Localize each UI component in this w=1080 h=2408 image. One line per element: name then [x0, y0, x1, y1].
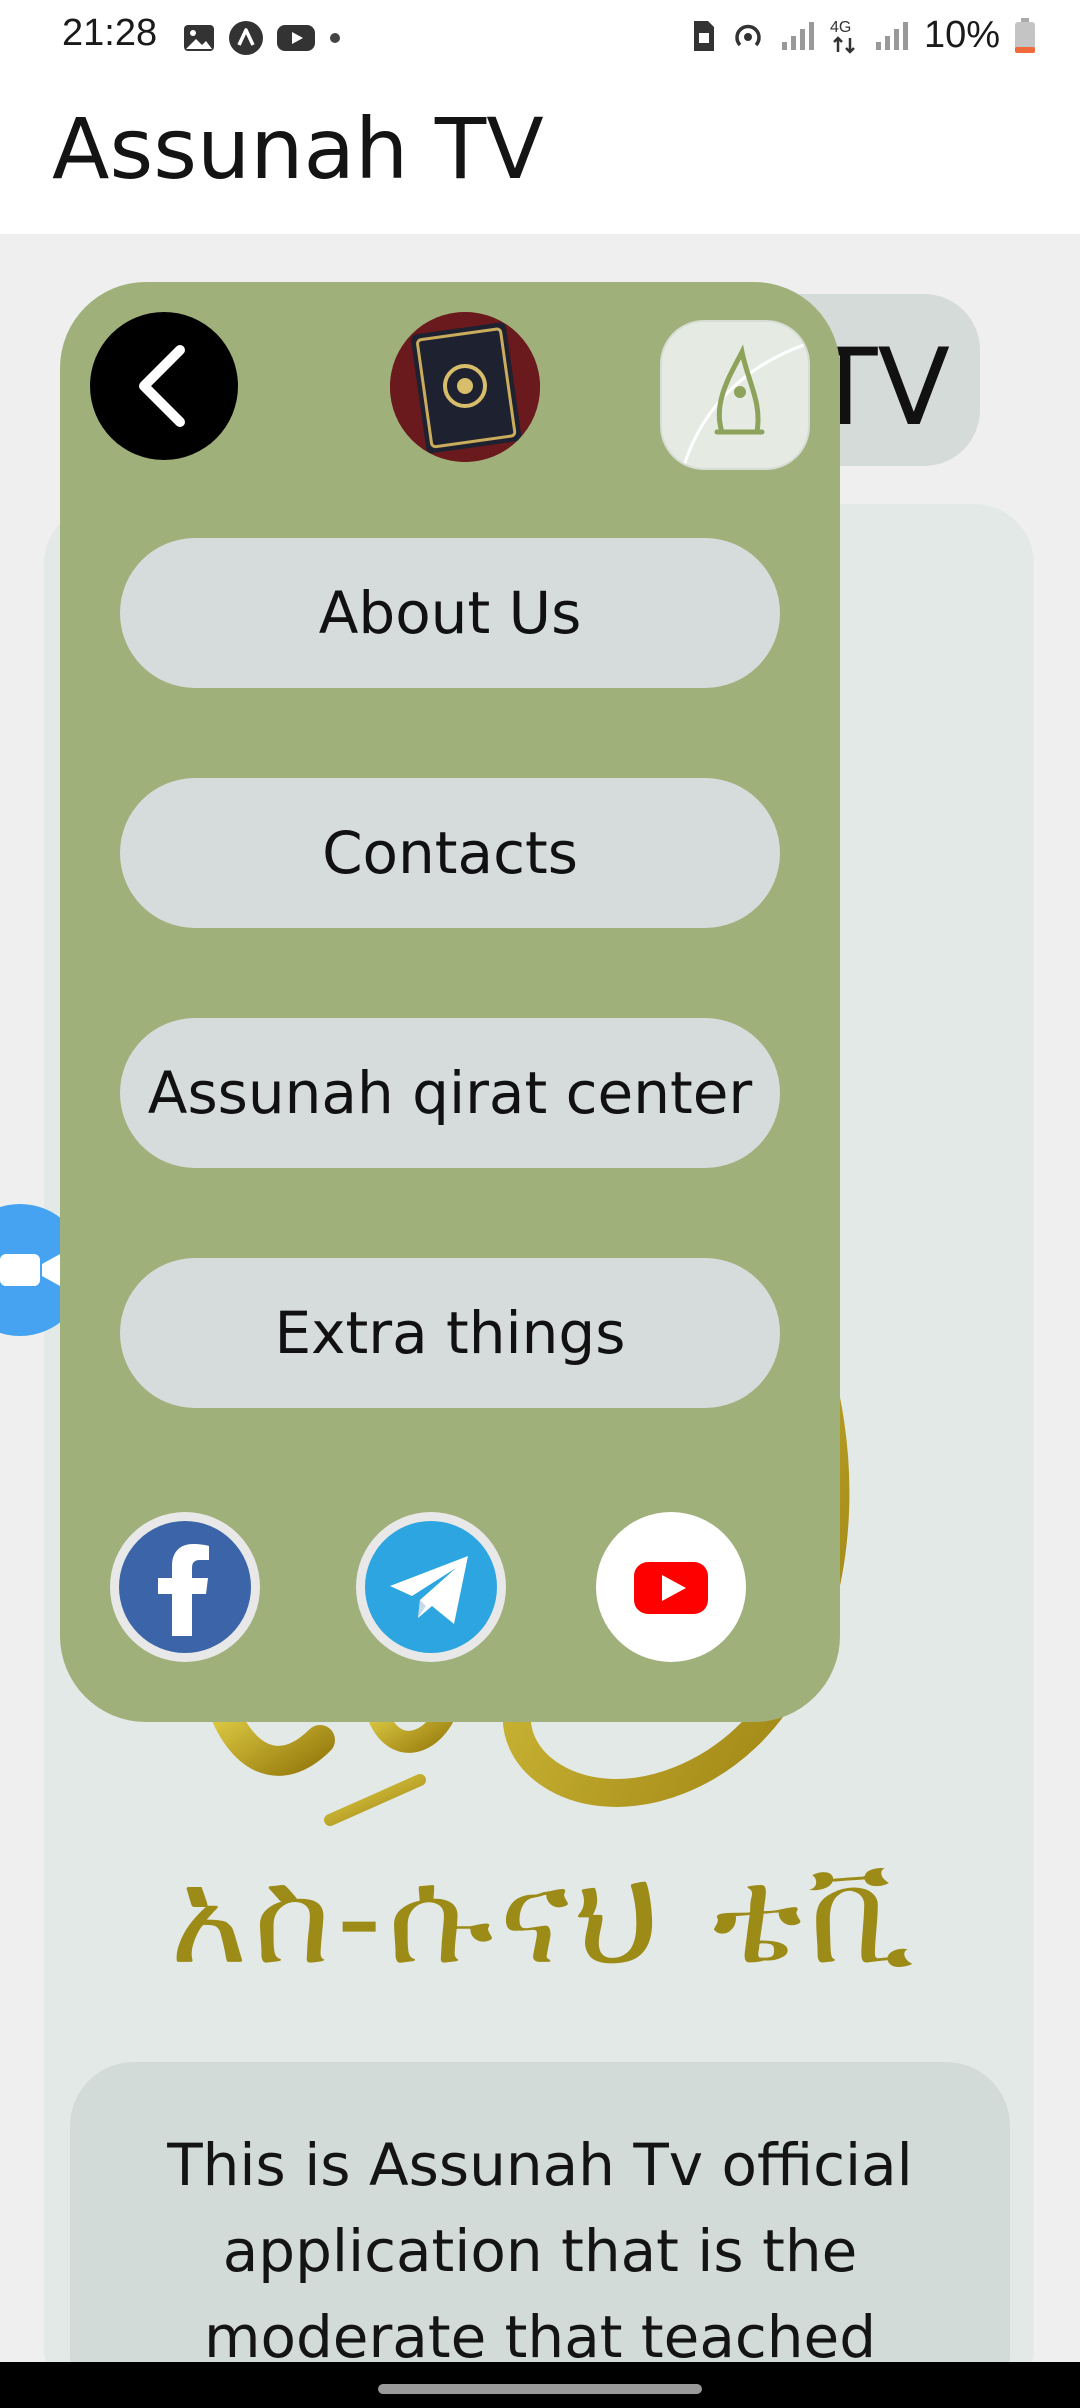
battery-icon: [1015, 17, 1035, 53]
arrow-app-icon: [229, 21, 263, 55]
assunah-logo-icon: [681, 341, 808, 468]
status-system-icons: 4G 10%: [690, 14, 1036, 57]
assunah-logo-badge: [660, 320, 810, 470]
telegram-icon: [365, 1521, 497, 1653]
quran-image: [390, 312, 540, 462]
facebook-link[interactable]: [110, 1512, 260, 1662]
image-icon: [184, 25, 214, 51]
hotspot-icon: [735, 24, 761, 46]
app-title: Assunah TV: [52, 100, 544, 198]
app-bar: Assunah TV: [0, 72, 1080, 234]
4g-icon: 4G: [830, 19, 855, 54]
quran-book-icon: [390, 312, 540, 462]
video-camera-icon: [0, 1254, 60, 1286]
amharic-brand-title: አስ-ሱናህ ቴቪ: [170, 1840, 920, 1994]
chevron-left-icon: [139, 345, 185, 427]
status-bar: 21:28 4G 10%: [0, 0, 1080, 72]
description-card: This is Assunah Tv official application …: [70, 2062, 1010, 2408]
contacts-button[interactable]: Contacts: [120, 778, 780, 928]
status-time: 21:28: [62, 12, 158, 54]
youtube-link[interactable]: [596, 1512, 746, 1662]
signal-icon: [781, 21, 814, 50]
system-navigation-bar: [0, 2362, 1080, 2408]
battery-percentage: 10%: [923, 14, 1000, 56]
qirat-center-button[interactable]: Assunah qirat center: [120, 1018, 780, 1168]
home-gesture-handle[interactable]: [378, 2384, 702, 2394]
signal-icon: [875, 21, 908, 50]
youtube-icon: [634, 1562, 708, 1614]
dot-icon: [330, 33, 340, 43]
telegram-link[interactable]: [356, 1512, 506, 1662]
sim-icon: [693, 20, 714, 51]
facebook-icon: [119, 1521, 251, 1653]
navigation-drawer: About Us Contacts Assunah qirat center E…: [60, 282, 840, 1722]
back-button[interactable]: [90, 312, 238, 460]
about-us-button[interactable]: About Us: [120, 538, 780, 688]
extra-things-button[interactable]: Extra things: [120, 1258, 780, 1408]
description-text: This is Assunah Tv official application …: [167, 2131, 913, 2371]
svg-text:4G: 4G: [830, 19, 851, 36]
youtube-notification-icon: [277, 25, 315, 51]
status-notification-icons: [182, 20, 342, 56]
